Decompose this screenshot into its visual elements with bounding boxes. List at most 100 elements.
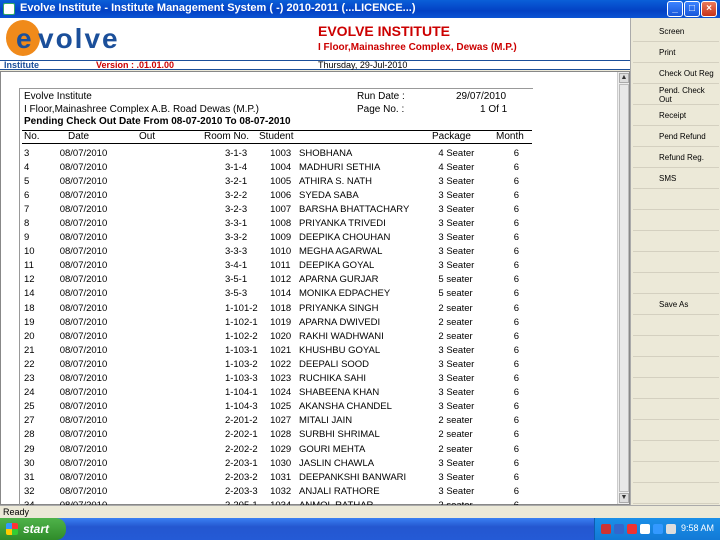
row-date: 08/07/2010 — [59, 161, 108, 173]
sidebar-button-empty-12[interactable] — [633, 274, 719, 294]
row-student-id: 1021 — [270, 344, 292, 356]
row-room: 2-203-2 — [224, 471, 258, 483]
sidebar-button-empty-8[interactable] — [633, 190, 719, 210]
row-out — [154, 245, 201, 259]
sidebar-button-empty-20[interactable] — [633, 442, 719, 462]
row-student-id: 1011 — [270, 260, 291, 272]
row-no: 7 — [24, 203, 30, 215]
row-out — [154, 456, 201, 470]
row-out — [154, 428, 201, 442]
table-row: 27 08/07/2010 2-201-2 1027 MITALI JAIN 2 seat… — [20, 414, 533, 428]
row-out — [154, 484, 201, 498]
row-student-name: SYEDA SABA — [299, 189, 359, 201]
row-date: 08/07/2010 — [59, 358, 108, 370]
start-button[interactable]: start — [0, 518, 66, 540]
row-out — [154, 188, 201, 202]
tray-app-icon[interactable] — [601, 524, 611, 534]
table-row: 4 08/07/2010 3-1-4 1004 MADHURI SETHIA 4 Seat… — [20, 160, 533, 174]
sidebar-button-check-out-reg[interactable]: Check Out Reg — [633, 64, 719, 84]
sidebar-button-empty-16[interactable] — [633, 358, 719, 378]
row-month: 6 — [513, 288, 519, 300]
sidebar-button-pend-check-out[interactable]: Pend. Check Out — [633, 85, 719, 105]
sidebar-button-refund-reg[interactable]: Refund Reg. — [633, 148, 719, 168]
sidebar-button-screen[interactable]: Screen — [633, 22, 719, 42]
row-date: 08/07/2010 — [59, 415, 108, 427]
sidebar-button-pend-refund[interactable]: Pend Refund — [633, 127, 719, 147]
sidebar-button-empty-17[interactable] — [633, 379, 719, 399]
scroll-up-icon[interactable]: ▲ — [619, 73, 629, 83]
report-address: I Floor,Mainashree Complex A.B. Road Dew… — [24, 104, 259, 115]
sidebar-button-receipt[interactable]: Receipt — [633, 106, 719, 126]
row-no: 24 — [24, 387, 35, 399]
col-header-out: Out — [139, 131, 156, 142]
sidebar-button-save-as[interactable]: Save As — [633, 295, 719, 315]
row-out — [154, 273, 201, 287]
tray-network-icon[interactable] — [614, 524, 624, 534]
run-date-value: 29/07/2010 — [456, 91, 507, 102]
table-row: 9 08/07/2010 3-3-2 1009 DEEPIKA CHOUHAN 3 Sea… — [20, 231, 533, 245]
sidebar-button-empty-18[interactable] — [633, 400, 719, 420]
sidebar-button-empty-14[interactable] — [633, 316, 719, 336]
scroll-down-icon[interactable]: ▼ — [619, 493, 629, 503]
row-date: 08/07/2010 — [59, 429, 108, 441]
table-row: 25 08/07/2010 1-104-3 1025 AKANSHA CHANDEL 3 … — [20, 400, 533, 414]
app-header: e volve EVOLVE INSTITUTE I Floor,Mainash… — [0, 18, 630, 60]
row-date: 08/07/2010 — [59, 316, 108, 328]
row-student-name: MONIKA EDPACHEY — [299, 288, 391, 300]
sidebar-button-empty-9[interactable] — [633, 211, 719, 231]
row-date: 08/07/2010 — [59, 147, 108, 159]
sidebar-button-empty-10[interactable] — [633, 232, 719, 252]
sidebar-button-empty-11[interactable] — [633, 253, 719, 273]
table-row: 19 08/07/2010 1-102-1 1019 APARNA DWIVEDI 2 s… — [20, 315, 533, 329]
table-row: 24 08/07/2010 1-104-1 1024 SHABEENA KHAN 3 Se… — [20, 386, 533, 400]
row-student-id: 1030 — [270, 457, 292, 469]
table-row: 31 08/07/2010 2-203-2 1031 DEEPANKSHI BANWAR… — [20, 470, 533, 484]
row-month: 6 — [513, 373, 519, 385]
row-room: 3-5-3 — [224, 288, 248, 300]
report-page: Evolve Institute Run Date : 29/07/2010 I… — [19, 88, 533, 508]
row-package: 3 Seater — [438, 358, 475, 370]
row-out — [154, 357, 201, 371]
close-button[interactable]: × — [701, 1, 717, 17]
tray-volume-icon[interactable] — [653, 524, 663, 534]
sidebar-button-sms[interactable]: SMS — [633, 169, 719, 189]
sidebar-button-empty-21[interactable] — [633, 463, 719, 483]
column-header-rule — [22, 143, 532, 144]
row-date: 08/07/2010 — [59, 203, 108, 215]
report-viewer[interactable]: Evolve Institute Run Date : 29/07/2010 I… — [0, 71, 630, 508]
row-month: 6 — [513, 429, 519, 441]
row-month: 6 — [513, 401, 519, 413]
institute-address: I Floor,Mainashree Complex, Dewas (M.P.) — [318, 42, 517, 53]
sidebar-button-empty-15[interactable] — [633, 337, 719, 357]
row-month: 6 — [513, 457, 519, 469]
sidebar-button-empty-19[interactable] — [633, 421, 719, 441]
row-date: 08/07/2010 — [59, 344, 108, 356]
table-row: 28 08/07/2010 2-202-1 1028 SURBHI SHRIMAL 2 s… — [20, 428, 533, 442]
row-student-name: PRIYANKA TRIVEDI — [299, 218, 386, 230]
scroll-thumb[interactable] — [619, 84, 629, 492]
row-student-name: ATHIRA S. NATH — [299, 175, 373, 187]
table-row: 21 08/07/2010 1-103-1 1021 KHUSHBU GOYAL 3 Se… — [20, 343, 533, 357]
row-student-name: MEGHA AGARWAL — [299, 246, 383, 258]
row-no: 9 — [24, 232, 30, 244]
row-no: 22 — [24, 358, 35, 370]
sidebar-button-empty-22[interactable] — [633, 484, 719, 504]
col-header-month: Month — [496, 131, 524, 142]
system-tray: 9:58 AM — [594, 518, 720, 540]
sidebar-button-print[interactable]: Print — [633, 43, 719, 63]
maximize-button[interactable]: □ — [684, 1, 700, 17]
row-date: 08/07/2010 — [59, 189, 108, 201]
row-student-id: 1014 — [270, 288, 292, 300]
row-date: 08/07/2010 — [59, 457, 108, 469]
row-no: 19 — [24, 316, 35, 328]
row-package: 3 Seater — [438, 175, 475, 187]
tray-antivirus-icon[interactable] — [640, 524, 650, 534]
row-student-name: DEEPIKA GOYAL — [299, 260, 375, 272]
report-scrollbar[interactable]: ▲ ▼ — [617, 72, 629, 504]
tray-security-icon[interactable] — [627, 524, 637, 534]
row-package: 4 Seater — [438, 161, 475, 173]
row-month: 6 — [513, 471, 519, 483]
row-out — [154, 259, 201, 273]
tray-display-icon[interactable] — [666, 524, 676, 534]
minimize-button[interactable]: _ — [667, 1, 683, 17]
